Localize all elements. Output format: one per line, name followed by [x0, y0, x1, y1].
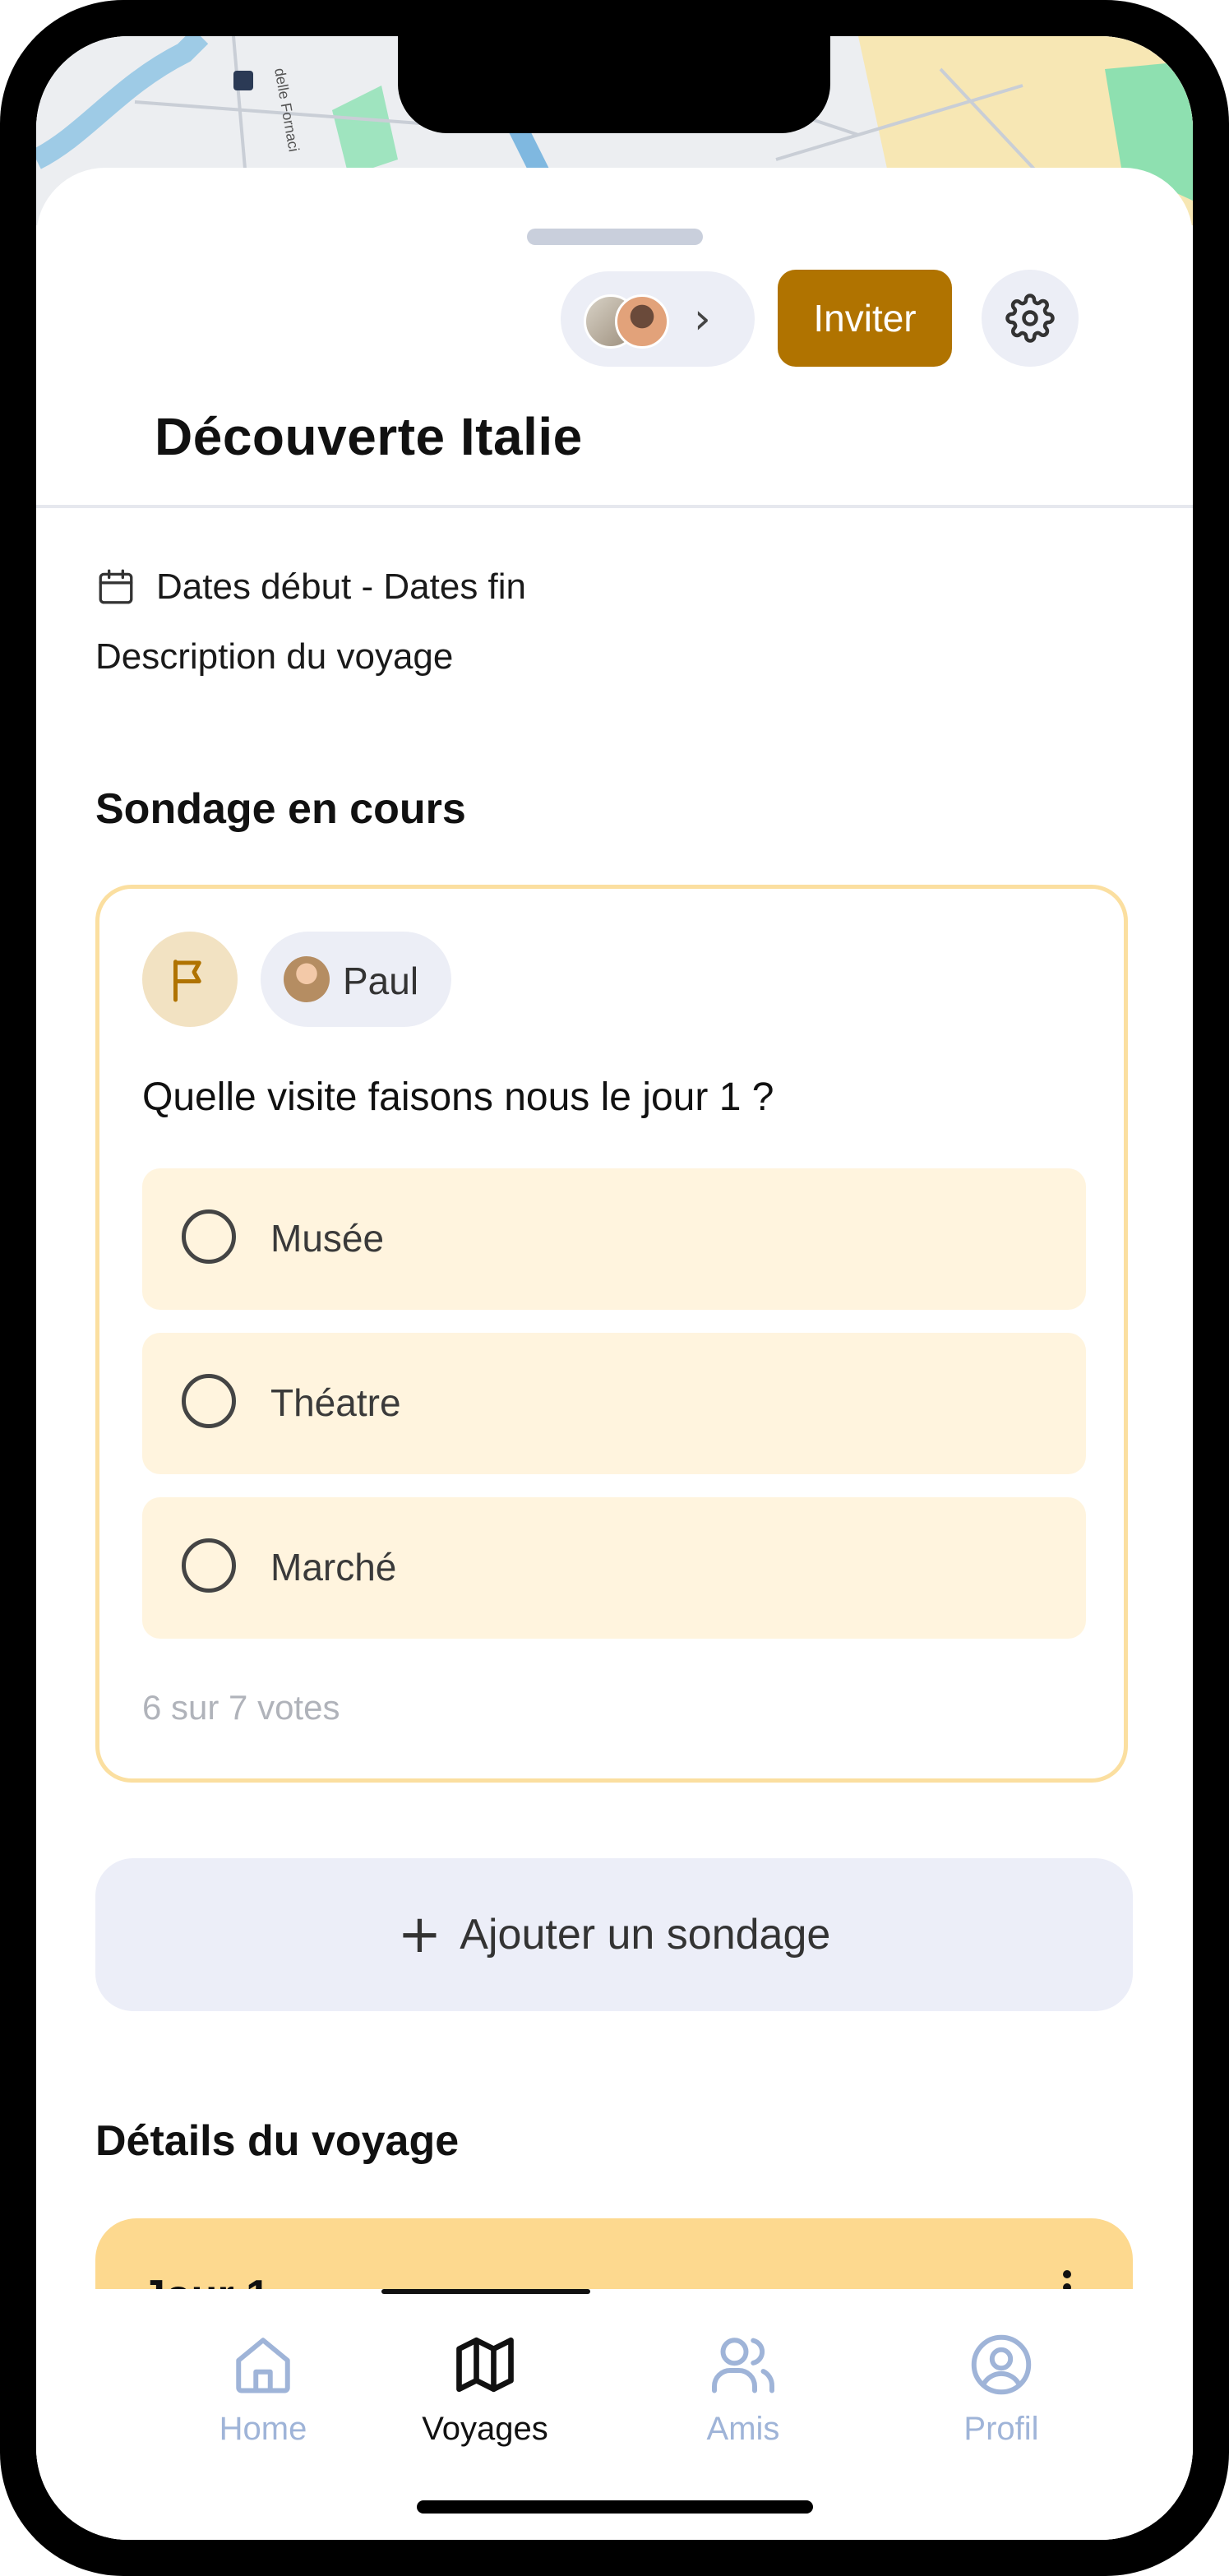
- poll-type-badge: [142, 932, 238, 1027]
- home-icon: [236, 2338, 290, 2393]
- avatar: [284, 956, 330, 1002]
- drag-handle[interactable]: [527, 229, 703, 245]
- dates-text: Dates début - Dates fin: [156, 567, 527, 607]
- option-label: Musée: [270, 1217, 385, 1260]
- tab-label: Amis: [706, 2411, 780, 2447]
- tab-voyages[interactable]: Voyages: [403, 2330, 567, 2470]
- trip-description: Description du voyage: [95, 636, 454, 677]
- plus-icon: +: [397, 1904, 442, 1965]
- screen: delle Fornaci › Inviter Découverte Itali…: [36, 36, 1193, 2540]
- chevron-right-icon: ›: [694, 294, 711, 344]
- camera-notch: [398, 36, 830, 133]
- tab-amis[interactable]: Amis: [661, 2330, 825, 2470]
- active-tab-indicator: [381, 2289, 590, 2294]
- tab-label: Voyages: [422, 2411, 548, 2447]
- tab-label: Profil: [963, 2411, 1039, 2447]
- map-icon: [456, 2337, 514, 2393]
- divider: [36, 505, 1193, 508]
- tab-home[interactable]: Home: [181, 2330, 345, 2470]
- poll-question: Quelle visite faisons nous le jour 1 ?: [142, 1075, 774, 1119]
- calendar-icon: [99, 569, 133, 604]
- tab-profil[interactable]: Profil: [919, 2330, 1083, 2470]
- trip-title: Découverte Italie: [155, 407, 583, 466]
- option-label: Marché: [270, 1546, 397, 1589]
- poll-option[interactable]: Marché: [142, 1497, 1086, 1639]
- flag-icon: [173, 960, 201, 1002]
- tab-label: Home: [219, 2411, 307, 2447]
- poll-option[interactable]: Théatre: [142, 1333, 1086, 1474]
- trip-dates: Dates début - Dates fin: [95, 562, 526, 612]
- radio-button[interactable]: [182, 1538, 236, 1593]
- option-label: Théatre: [270, 1381, 401, 1424]
- trip-sheet: › Inviter Découverte Italie Dates début …: [36, 168, 1193, 2540]
- phone-frame: delle Fornaci › Inviter Découverte Itali…: [0, 0, 1229, 2576]
- details-section-heading: Détails du voyage: [95, 2117, 460, 2165]
- author-name: Paul: [343, 960, 419, 1002]
- gear-icon: [1005, 294, 1055, 343]
- home-indicator[interactable]: [417, 2500, 813, 2514]
- poll-card: Paul Quelle visite faisons nous le jour …: [95, 885, 1128, 1783]
- vote-count: 6 sur 7 votes: [142, 1688, 340, 1727]
- poll-author-chip[interactable]: Paul: [261, 932, 451, 1027]
- add-poll-button[interactable]: + Ajouter un sondage: [95, 1858, 1133, 2011]
- participants-button[interactable]: ›: [561, 271, 755, 367]
- profile-icon: [971, 2334, 1032, 2395]
- poll-section-heading: Sondage en cours: [95, 785, 466, 833]
- users-icon: [712, 2338, 774, 2393]
- radio-button[interactable]: [182, 1209, 236, 1264]
- settings-button[interactable]: [982, 270, 1079, 367]
- poll-option[interactable]: Musée: [142, 1168, 1086, 1310]
- add-poll-label: Ajouter un sondage: [460, 1911, 831, 1959]
- avatar: [615, 294, 669, 349]
- radio-button[interactable]: [182, 1374, 236, 1428]
- invite-button[interactable]: Inviter: [778, 270, 952, 367]
